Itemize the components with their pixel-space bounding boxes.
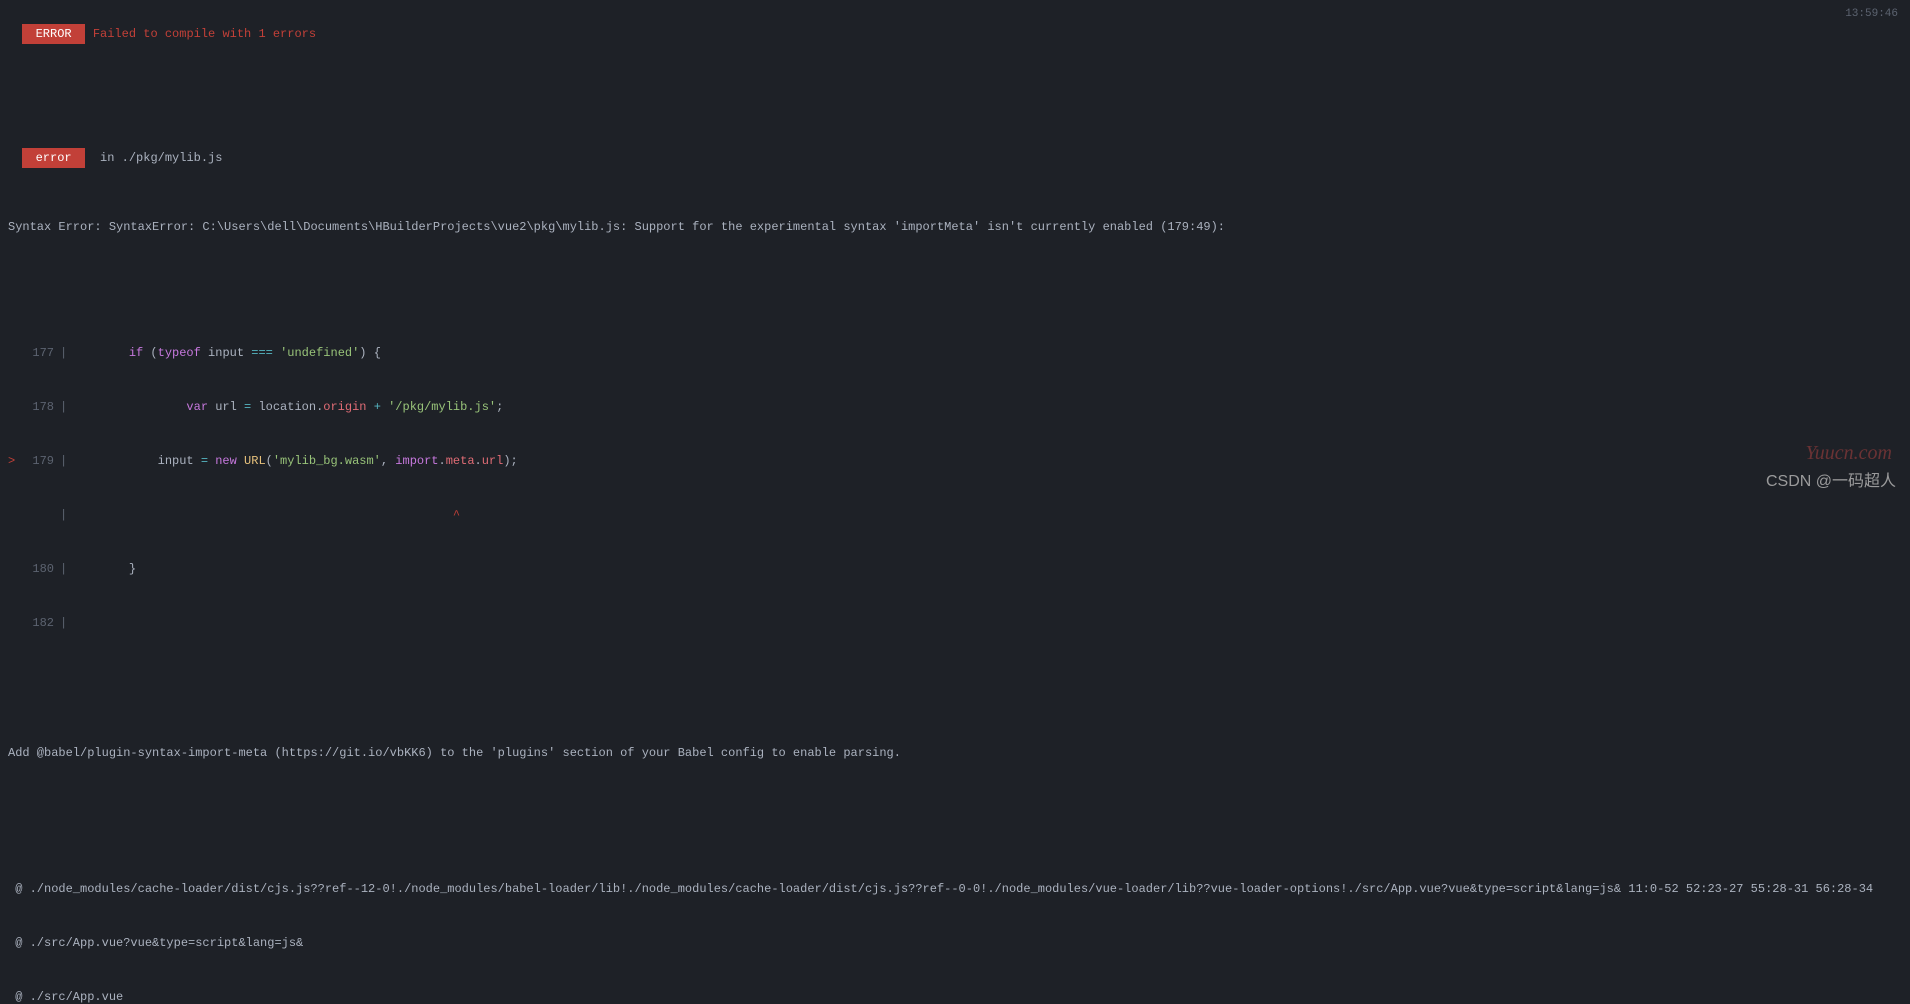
code-line: 180| } xyxy=(8,560,1902,578)
error-badge-upper: ERROR xyxy=(22,24,84,44)
code-line: 177| if (typeof input === 'undefined') { xyxy=(8,344,1902,362)
line-number: 178 xyxy=(20,398,60,416)
trace-line: @ ./src/App.vue?vue&type=script&lang=js& xyxy=(8,934,1902,952)
timestamp: 13:59:46 xyxy=(1845,6,1898,23)
syntax-error-message: Syntax Error: SyntaxError: C:\Users\dell… xyxy=(8,218,1902,236)
code-line-caret: | ^ xyxy=(8,506,1902,524)
line-number: 177 xyxy=(20,344,60,362)
stack-trace: @ ./node_modules/cache-loader/dist/cjs.j… xyxy=(8,844,1902,1004)
line-number: 180 xyxy=(20,560,60,578)
current-line-marker: > xyxy=(8,452,20,470)
trace-line: @ ./node_modules/cache-loader/dist/cjs.j… xyxy=(8,880,1902,898)
code-snippet: 177| if (typeof input === 'undefined') {… xyxy=(8,308,1902,668)
compile-fail-message: Failed to compile with 1 errors xyxy=(93,27,316,41)
terminal-output[interactable]: ERROR Failed to compile with 1 errors 13… xyxy=(0,0,1910,1004)
error-file-path: in ./pkg/mylib.js xyxy=(93,151,223,165)
babel-hint: Add @babel/plugin-syntax-import-meta (ht… xyxy=(8,744,1902,762)
line-number: 182 xyxy=(20,614,60,632)
watermark-csdn: CSDN @一码超人 xyxy=(1766,470,1896,494)
error-badge-lower: error xyxy=(22,148,84,168)
watermark-yuucn: Yuucn.com xyxy=(1806,438,1892,468)
trace-line: @ ./src/App.vue xyxy=(8,988,1902,1004)
line-number: 179 xyxy=(20,452,60,470)
code-line: 178| var url = location.origin + '/pkg/m… xyxy=(8,398,1902,416)
code-line-current: >179| input = new URL('mylib_bg.wasm', i… xyxy=(8,452,1902,470)
code-line: 182| xyxy=(8,614,1902,632)
